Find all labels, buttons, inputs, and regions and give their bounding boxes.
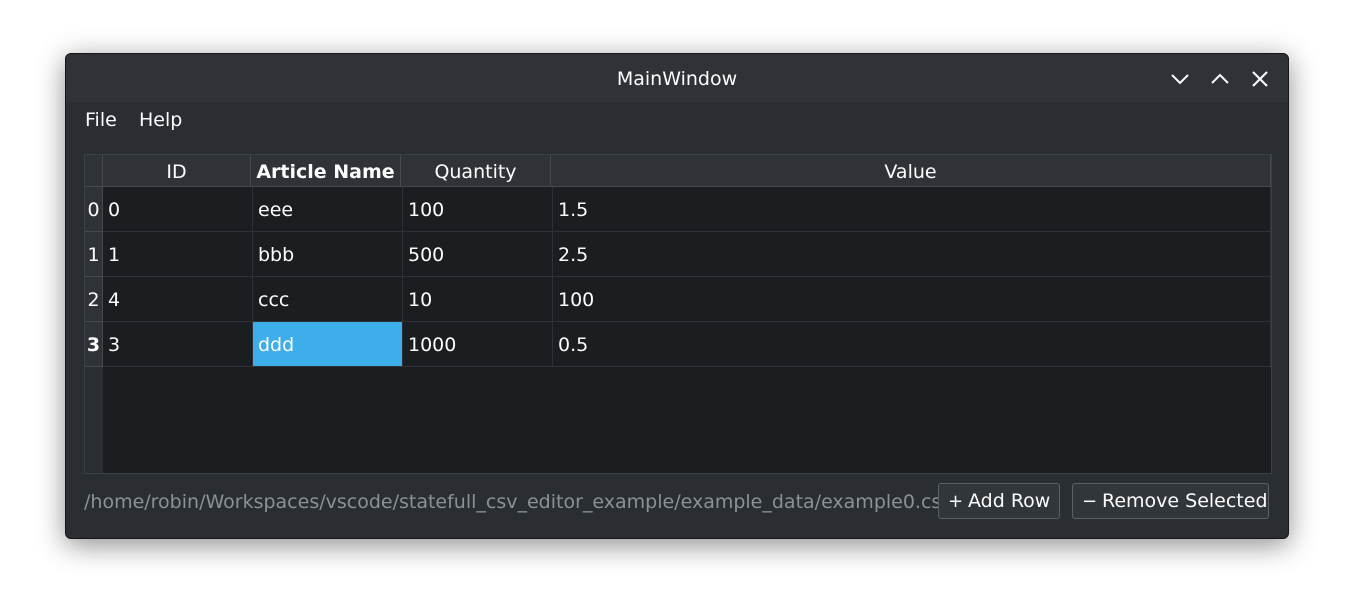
table-cell[interactable]: 1000 bbox=[403, 322, 553, 367]
maximize-button[interactable] bbox=[1208, 67, 1232, 91]
table-cell[interactable]: 2.5 bbox=[553, 232, 1271, 277]
menu-file[interactable]: File bbox=[85, 102, 117, 138]
chevron-up-icon bbox=[1211, 73, 1229, 84]
table-cell-selected[interactable]: ddd bbox=[253, 322, 403, 367]
table-cell[interactable]: 1 bbox=[103, 232, 253, 277]
menu-help[interactable]: Help bbox=[139, 102, 182, 138]
table-cell[interactable]: 3 bbox=[103, 322, 253, 367]
table-cell[interactable]: 4 bbox=[103, 277, 253, 322]
table-corner-button[interactable] bbox=[85, 155, 103, 187]
chevron-down-icon bbox=[1171, 74, 1189, 85]
close-icon bbox=[1252, 71, 1268, 87]
main-window: MainWindow File Help ID Article Name Qua… bbox=[65, 53, 1289, 539]
table-cell[interactable]: bbb bbox=[253, 232, 403, 277]
table-cell[interactable]: eee bbox=[253, 187, 403, 232]
column-header-value[interactable]: Value bbox=[551, 155, 1271, 187]
column-header-article-name[interactable]: Article Name bbox=[251, 155, 401, 187]
remove-selected-button[interactable]: − Remove Selected bbox=[1072, 483, 1269, 519]
window-title: MainWindow bbox=[616, 68, 738, 90]
row-header-2[interactable]: 2 bbox=[85, 277, 103, 322]
table-cell[interactable]: 0.5 bbox=[553, 322, 1271, 367]
add-row-button[interactable]: + Add Row bbox=[938, 483, 1060, 519]
menu-bar: File Help bbox=[66, 102, 1288, 138]
row-header-0[interactable]: 0 bbox=[85, 187, 103, 232]
table-cell[interactable]: 10 bbox=[403, 277, 553, 322]
table-cell[interactable]: 100 bbox=[403, 187, 553, 232]
data-table[interactable]: ID Article Name Quantity Value 0 0 eee 1… bbox=[84, 154, 1272, 474]
close-button[interactable] bbox=[1248, 67, 1272, 91]
plus-icon: + bbox=[948, 491, 964, 512]
table-cell[interactable]: 0 bbox=[103, 187, 253, 232]
title-bar[interactable]: MainWindow bbox=[66, 54, 1288, 102]
add-row-label: Add Row bbox=[968, 490, 1051, 512]
table-cell[interactable]: ccc bbox=[253, 277, 403, 322]
table-cell[interactable]: 500 bbox=[403, 232, 553, 277]
remove-selected-label: Remove Selected bbox=[1102, 490, 1268, 512]
column-header-quantity[interactable]: Quantity bbox=[401, 155, 551, 187]
file-path-label: /home/robin/Workspaces/vscode/statefull_… bbox=[84, 491, 953, 513]
row-header-1[interactable]: 1 bbox=[85, 232, 103, 277]
table-cell[interactable]: 1.5 bbox=[553, 187, 1271, 232]
column-header-id[interactable]: ID bbox=[103, 155, 251, 187]
minus-icon: − bbox=[1082, 491, 1098, 512]
table-cell[interactable]: 100 bbox=[553, 277, 1271, 322]
row-header-3[interactable]: 3 bbox=[85, 322, 103, 367]
minimize-button[interactable] bbox=[1168, 67, 1192, 91]
